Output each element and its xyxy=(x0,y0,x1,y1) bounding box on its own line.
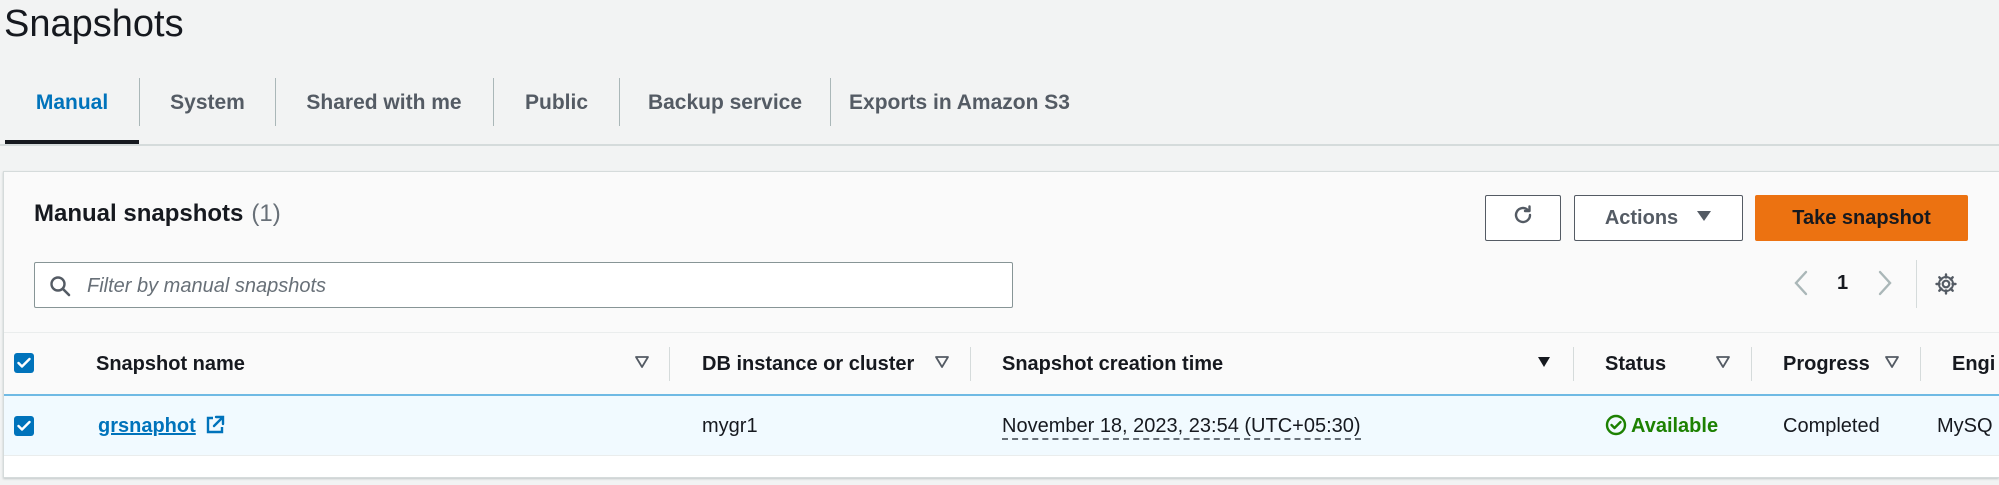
prev-page-icon[interactable] xyxy=(1792,270,1810,302)
page-number[interactable]: 1 xyxy=(1837,272,1848,295)
search-icon xyxy=(49,275,71,302)
column-separator xyxy=(970,347,971,381)
column-header-progress[interactable]: Progress xyxy=(1783,333,1870,395)
next-page-icon[interactable] xyxy=(1876,270,1894,302)
take-snapshot-label: Take snapshot xyxy=(1792,206,1931,229)
db-instance-cell: mygr1 xyxy=(702,415,758,437)
select-all-checkbox[interactable] xyxy=(14,353,34,373)
actions-label: Actions xyxy=(1604,206,1679,229)
column-header-db-instance[interactable]: DB instance or cluster xyxy=(702,333,914,395)
column-header-status[interactable]: Status xyxy=(1605,333,1666,395)
snapshot-name-link[interactable]: grsnaphot xyxy=(98,415,196,437)
progress-cell: Completed xyxy=(1783,415,1880,437)
filter-input[interactable] xyxy=(85,269,989,303)
panel-header: Manual snapshots (1) Actions Take snapsho… xyxy=(4,172,1999,332)
column-header-snapshot-name[interactable]: Snapshot name xyxy=(96,333,245,395)
tab-manual[interactable]: Manual xyxy=(5,76,139,142)
creation-time-cell: November 18, 2023, 23:54 (UTC+05:30) xyxy=(1002,396,1361,456)
sort-icon[interactable] xyxy=(1715,355,1731,374)
column-header-creation-time[interactable]: Snapshot creation time xyxy=(1002,333,1223,395)
sort-descending-icon[interactable] xyxy=(1536,355,1552,374)
sort-icon[interactable] xyxy=(634,355,650,374)
refresh-button[interactable] xyxy=(1485,195,1561,241)
panel-title-text: Manual snapshots xyxy=(34,200,244,227)
column-separator xyxy=(1751,347,1752,381)
sort-icon[interactable] xyxy=(934,355,950,374)
table-row[interactable]: grsnaphot mygr1 November 18, 2023, 23:54… xyxy=(4,396,1999,456)
tab-public[interactable]: Public xyxy=(494,76,619,142)
tab-shared-with-me[interactable]: Shared with me xyxy=(276,76,492,142)
column-separator xyxy=(1920,347,1921,381)
column-header-engine[interactable]: Engi xyxy=(1952,333,1995,395)
status-text: Available xyxy=(1631,415,1719,437)
tab-system[interactable]: System xyxy=(140,76,275,142)
panel-title: Manual snapshots (1) xyxy=(34,200,281,228)
tab-bar: Manual System Shared with me Public Back… xyxy=(0,76,1999,146)
take-snapshot-button[interactable]: Take snapshot xyxy=(1755,195,1968,241)
manual-snapshots-panel: Manual snapshots (1) Actions Take snapsho… xyxy=(3,171,1999,478)
filter-box xyxy=(34,262,1013,308)
pager-divider xyxy=(1916,260,1917,308)
column-separator xyxy=(669,347,670,381)
row-checkbox[interactable] xyxy=(14,416,34,436)
gear-icon[interactable] xyxy=(1934,272,1958,301)
tab-exports-in-s3[interactable]: Exports in Amazon S3 xyxy=(831,76,1088,142)
snapshot-name-cell: grsnaphot xyxy=(98,396,225,456)
creation-time-text[interactable]: November 18, 2023, 23:54 (UTC+05:30) xyxy=(1002,414,1361,440)
tab-divider xyxy=(0,144,1999,146)
snapshots-table: Snapshot name DB instance or cluster Sna… xyxy=(4,332,1999,477)
engine-cell: MySQ xyxy=(1937,415,1993,437)
caret-down-icon xyxy=(1696,209,1712,227)
tab-backup-service[interactable]: Backup service xyxy=(620,76,830,142)
actions-dropdown-button[interactable]: Actions xyxy=(1574,195,1743,241)
status-cell: Available xyxy=(1605,396,1718,456)
refresh-icon xyxy=(1511,203,1535,233)
snapshot-count: (1) xyxy=(251,200,281,227)
external-link-icon[interactable] xyxy=(205,399,225,459)
sort-icon[interactable] xyxy=(1884,355,1900,374)
column-separator xyxy=(1573,347,1574,381)
page-title: Snapshots xyxy=(4,3,184,45)
table-header: Snapshot name DB instance or cluster Sna… xyxy=(4,332,1999,396)
check-circle-icon xyxy=(1605,400,1627,460)
